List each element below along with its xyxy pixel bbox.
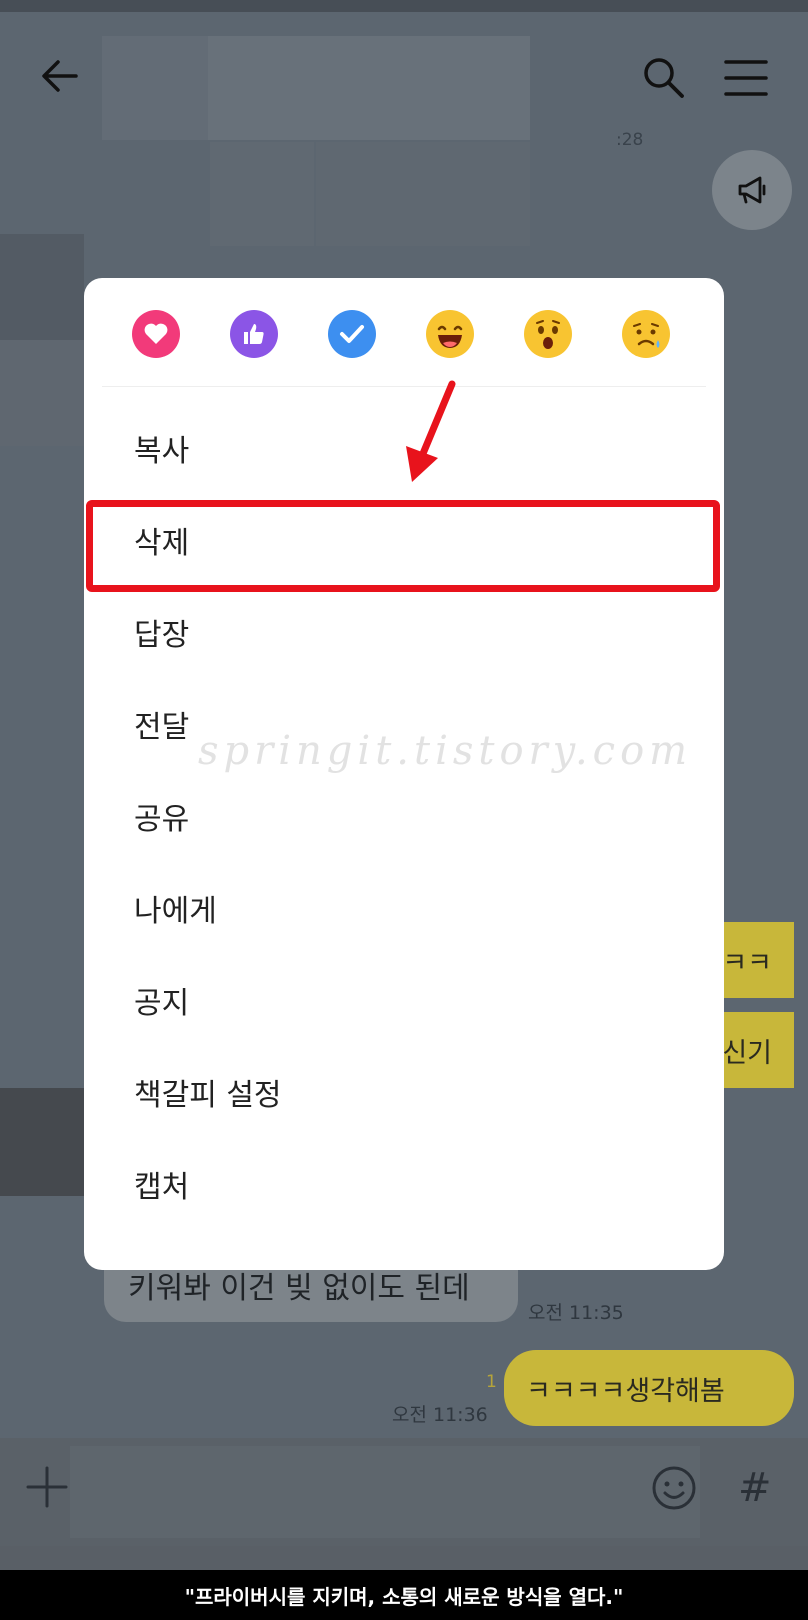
heart-icon[interactable] (132, 310, 180, 358)
blurred-area (210, 142, 314, 246)
surprised-face-icon[interactable] (524, 310, 572, 358)
menu-item-notice[interactable]: 공지 (84, 954, 724, 1046)
sent-message-bubble[interactable]: ㅋㅋㅋㅋ생각해봄 (504, 1350, 794, 1426)
sad-face-icon[interactable] (622, 310, 670, 358)
avatar (0, 1088, 84, 1196)
menu-item-label: 나에게 (134, 894, 217, 929)
message-text: 신기 (722, 1037, 772, 1069)
message-time: 오전 11:35 (528, 1302, 624, 1324)
blurred-title (208, 36, 530, 140)
message-input[interactable] (70, 1446, 700, 1538)
message-text: ㅋㅋ (722, 947, 772, 979)
plus-icon[interactable] (26, 1466, 68, 1508)
message-time: 오전 11:36 (392, 1404, 488, 1426)
chat-header: :28 (0, 12, 808, 246)
thumbs-up-icon[interactable] (230, 310, 278, 358)
navigation-bar (0, 1546, 808, 1570)
laughing-face-icon[interactable] (426, 310, 474, 358)
avatar (0, 234, 84, 340)
read-count: 1 (486, 1372, 497, 1392)
menu-item-to-me[interactable]: 나에게 (84, 862, 724, 954)
notice-button[interactable] (712, 150, 792, 230)
menu-item-label: 전달 (134, 710, 190, 745)
blurred-title (102, 36, 208, 140)
highlight-box (86, 500, 720, 592)
megaphone-icon (738, 176, 766, 204)
partial-timestamp: :28 (616, 130, 644, 150)
emoji-icon[interactable] (650, 1464, 698, 1512)
caption: "프라이버시를 지키며, 소통의 새로운 방식을 열다." (0, 1570, 808, 1620)
red-arrow-icon (406, 380, 456, 482)
blurred-area (316, 142, 530, 246)
menu-item-label: 캡처 (134, 1170, 190, 1205)
search-icon[interactable] (640, 54, 686, 100)
menu-item-label: 공지 (134, 986, 190, 1021)
arrow-left-icon[interactable] (36, 52, 84, 100)
menu-item-label: 책갈피 설정 (134, 1078, 282, 1113)
menu-item-reply[interactable]: 답장 (84, 586, 724, 678)
menu-item-label: 복사 (134, 434, 190, 469)
message-text: ㅋㅋㅋㅋ생각해봄 (526, 1375, 725, 1407)
menu-item-capture[interactable]: 캡처 (84, 1138, 724, 1230)
menu-item-label: 공유 (134, 802, 190, 837)
reaction-bar (84, 278, 724, 388)
status-bar (0, 0, 808, 12)
watermark: springit.tistory.com (198, 728, 693, 774)
hashtag-button[interactable]: # (738, 1464, 778, 1512)
message-input-bar: # (0, 1438, 808, 1546)
avatar (0, 340, 84, 446)
check-icon[interactable] (328, 310, 376, 358)
menu-item-bookmark[interactable]: 책갈피 설정 (84, 1046, 724, 1138)
menu-item-share[interactable]: 공유 (84, 770, 724, 862)
hamburger-menu-icon[interactable] (722, 56, 770, 100)
menu-item-label: 답장 (134, 618, 190, 653)
